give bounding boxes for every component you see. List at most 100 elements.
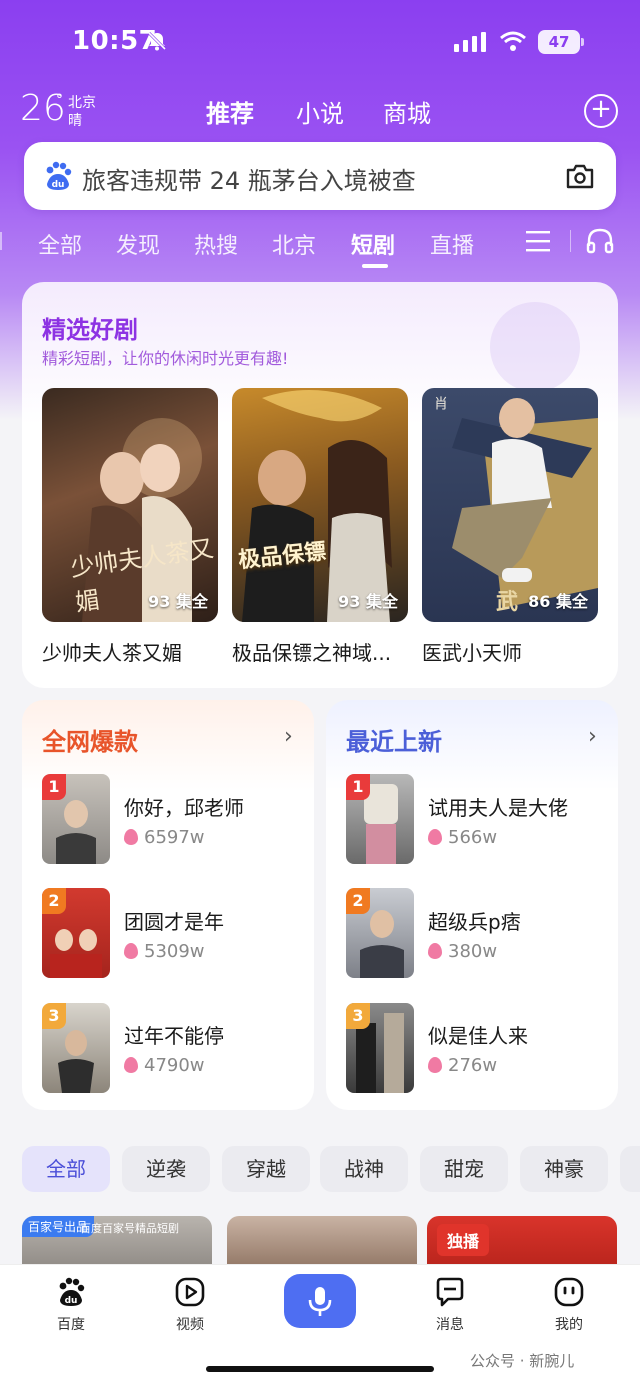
- genre-pill-time-travel[interactable]: 穿越: [222, 1146, 310, 1192]
- flame-icon: [124, 829, 138, 845]
- new-ranking-title[interactable]: 最近上新: [346, 722, 442, 757]
- new-thumb-2[interactable]: 2: [346, 888, 414, 978]
- exclusive-tag: 独播: [437, 1224, 490, 1256]
- channel-tab-live[interactable]: 直播: [430, 228, 474, 260]
- new-item-heat-1: 566w: [428, 827, 497, 848]
- weather-city: 北京: [68, 95, 96, 111]
- genre-pill-sweet[interactable]: 甜宠: [420, 1146, 508, 1192]
- rank-badge: 3: [346, 1003, 370, 1029]
- divider: [570, 230, 571, 252]
- channel-tab-discover[interactable]: 发现: [116, 228, 160, 260]
- weather-degree: °: [56, 92, 63, 108]
- featured-subtitle: 精彩短剧，让你的休闲时光更有趣!: [42, 349, 289, 368]
- drama-poster-3[interactable]: 肖 武 86 集全: [422, 388, 598, 622]
- episode-count: 93 集全: [148, 592, 208, 611]
- flame-icon: [428, 829, 442, 845]
- watermark: 公众号 · 新腕儿: [470, 1352, 575, 1370]
- new-item-heat-2: 380w: [428, 941, 497, 962]
- new-item-name-3[interactable]: 似是佳人来: [428, 1020, 528, 1049]
- genre-pill-tycoon[interactable]: 神豪: [520, 1146, 608, 1192]
- hot-item-heat-2: 5309w: [124, 941, 205, 962]
- baidu-paw-icon: du: [59, 1277, 85, 1306]
- tab-novel[interactable]: 小说: [296, 94, 344, 129]
- episode-count: 93 集全: [338, 592, 398, 611]
- status-time: 10:57: [72, 26, 158, 56]
- hot-item-name-3[interactable]: 过年不能停: [124, 1020, 224, 1049]
- scroll-edge: [0, 232, 4, 250]
- chevron-right-icon[interactable]: ›: [284, 724, 293, 749]
- hot-item-name-2[interactable]: 团圆才是年: [124, 906, 224, 935]
- hot-thumb-1[interactable]: 1: [42, 774, 110, 864]
- drama-title-3[interactable]: 医武小天师: [422, 637, 598, 666]
- signal-icon: [454, 32, 486, 52]
- menu-icon[interactable]: [526, 230, 550, 252]
- poster-logo: 肖: [432, 396, 448, 410]
- home-indicator[interactable]: [206, 1366, 434, 1372]
- svg-text:du: du: [65, 1296, 78, 1306]
- message-icon: [436, 1277, 464, 1307]
- poster-calligraphy: 武: [496, 590, 519, 615]
- hot-item-name-1[interactable]: 你好，邱老师: [124, 792, 244, 821]
- hot-item-heat-1: 6597w: [124, 827, 205, 848]
- drama-title-2[interactable]: 极品保镖之神域...: [232, 637, 408, 666]
- rank-badge: 2: [42, 888, 66, 914]
- nav-me[interactable]: 我的: [539, 1276, 599, 1334]
- new-thumb-3[interactable]: 3: [346, 1003, 414, 1093]
- genre-pill-comeback[interactable]: 逆袭: [122, 1146, 210, 1192]
- nav-label: 视频: [176, 1317, 204, 1333]
- wifi-icon: [500, 31, 526, 51]
- svg-text:du: du: [52, 180, 65, 190]
- flame-icon: [428, 1057, 442, 1073]
- featured-title: 精选好剧: [42, 316, 138, 344]
- channel-tab-beijing[interactable]: 北京: [272, 228, 316, 260]
- channel-tab-hot-search[interactable]: 热搜: [194, 228, 238, 260]
- poster-art: [242, 390, 392, 622]
- channel-tab-all[interactable]: 全部: [38, 228, 82, 260]
- hot-ranking-title[interactable]: 全网爆款: [42, 722, 138, 757]
- hot-thumb-3[interactable]: 3: [42, 1003, 110, 1093]
- battery-indicator: 47: [538, 30, 584, 54]
- active-tab-indicator: [362, 264, 388, 268]
- weather-condition: 晴: [68, 113, 82, 129]
- genre-pill-war-god[interactable]: 战神: [320, 1146, 408, 1192]
- rank-badge: 3: [42, 1003, 66, 1029]
- chevron-right-icon[interactable]: ›: [588, 724, 597, 749]
- nav-label: 我的: [555, 1317, 583, 1333]
- new-item-heat-3: 276w: [428, 1055, 497, 1076]
- film-reel-decoration: [490, 302, 580, 392]
- baidu-paw-icon: du: [46, 161, 72, 190]
- hot-thumb-2[interactable]: 2: [42, 888, 110, 978]
- rank-badge: 1: [42, 774, 66, 800]
- video-play-icon: [175, 1277, 205, 1307]
- drama-title-1[interactable]: 少帅夫人茶又媚: [42, 637, 218, 666]
- microphone-icon: [308, 1287, 332, 1316]
- nav-video[interactable]: 视频: [160, 1276, 220, 1334]
- genre-pill-all[interactable]: 全部: [22, 1146, 110, 1192]
- hot-item-heat-3: 4790w: [124, 1055, 205, 1076]
- flame-icon: [428, 943, 442, 959]
- nav-label: 百度: [57, 1317, 85, 1333]
- channel-tab-short-drama[interactable]: 短剧: [351, 228, 395, 260]
- drama-poster-1[interactable]: 少帅夫人茶又媚 93 集全: [42, 388, 218, 622]
- add-plus-button[interactable]: +: [584, 94, 618, 128]
- flame-icon: [124, 1057, 138, 1073]
- nav-baidu[interactable]: du 百度: [41, 1276, 101, 1334]
- new-item-name-1[interactable]: 试用夫人是大佬: [428, 792, 568, 821]
- new-thumb-1[interactable]: 1: [346, 774, 414, 864]
- nav-label: 消息: [436, 1317, 464, 1333]
- genre-pill-more[interactable]: [620, 1146, 640, 1192]
- rank-badge: 1: [346, 774, 370, 800]
- nav-messages[interactable]: 消息: [420, 1276, 480, 1334]
- drama-poster-2[interactable]: 极品保镖 93 集全: [232, 388, 408, 622]
- flame-icon: [124, 943, 138, 959]
- new-item-name-2[interactable]: 超级兵p痞: [428, 906, 521, 935]
- tab-mall[interactable]: 商城: [383, 94, 431, 129]
- rank-badge: 2: [346, 888, 370, 914]
- headphones-icon[interactable]: [586, 228, 614, 254]
- camera-icon[interactable]: [564, 160, 596, 192]
- search-input[interactable]: 旅客违规带 24 瓶茅台入境被查: [82, 161, 416, 196]
- studio-subtag: 百度百家号精品短剧: [80, 1222, 179, 1235]
- battery-level: 47: [538, 30, 580, 54]
- tab-recommend[interactable]: 推荐: [206, 94, 254, 129]
- voice-search-button[interactable]: [284, 1274, 356, 1328]
